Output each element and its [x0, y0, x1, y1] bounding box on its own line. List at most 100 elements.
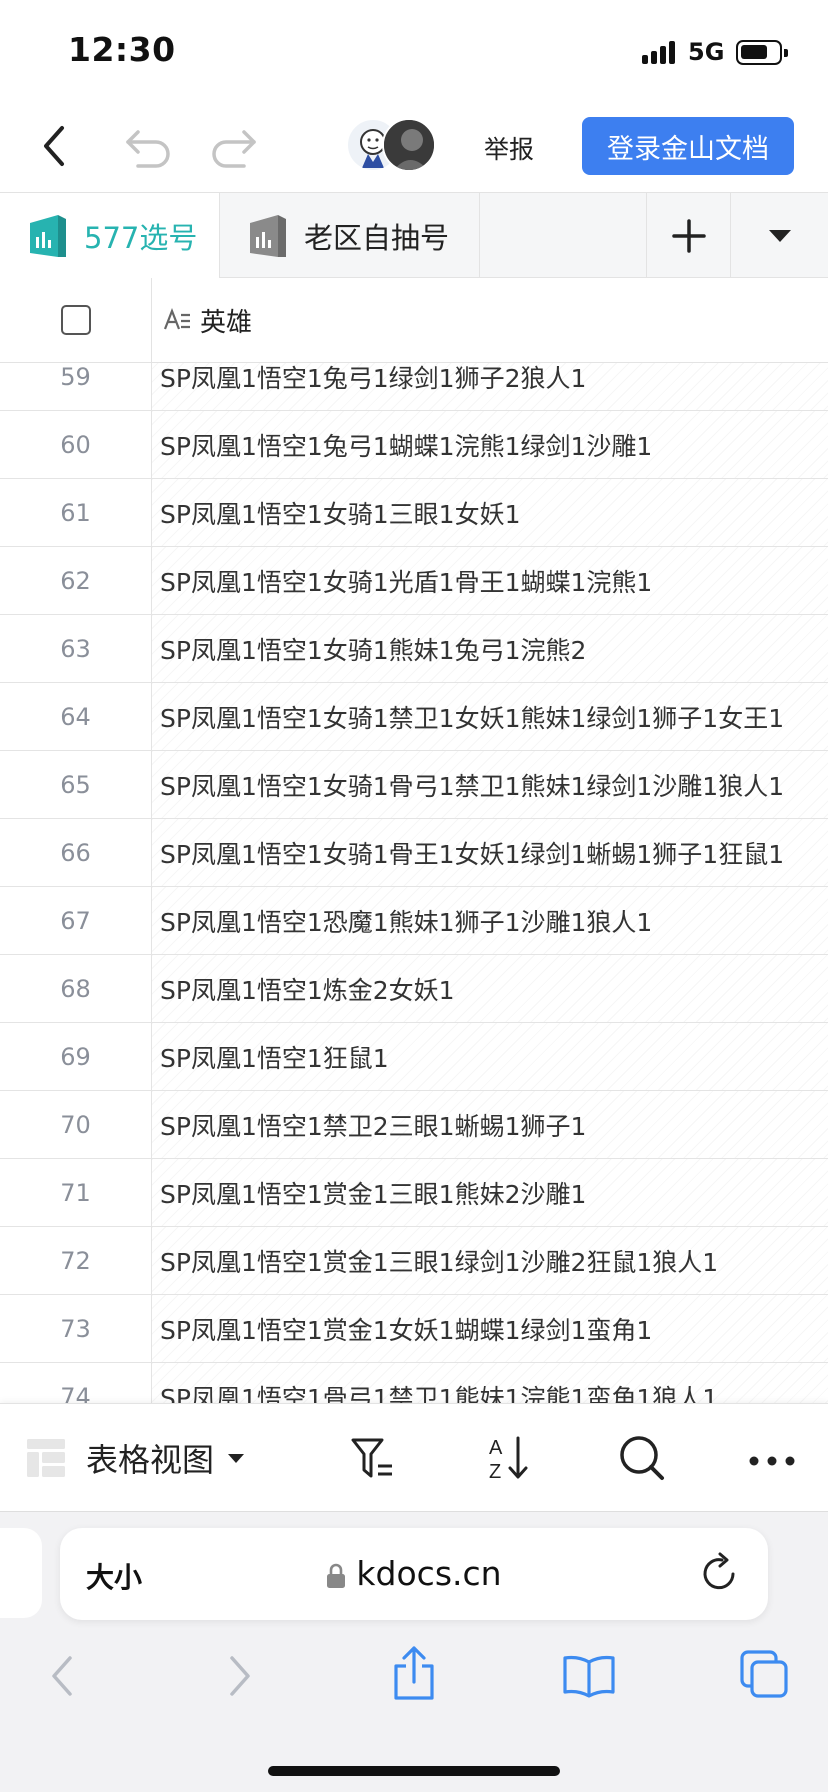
more-icon[interactable]: [748, 1452, 796, 1471]
row-number: 63: [0, 615, 152, 682]
previous-tab-peek[interactable]: [0, 1528, 42, 1618]
row-number: 74: [0, 1363, 152, 1403]
table-row[interactable]: 63 SP凤凰1悟空1女骑1熊妹1兔弓1浣熊2: [0, 615, 828, 683]
hero-cell[interactable]: SP凤凰1悟空1兔弓1蝴蝶1浣熊1绿剑1沙雕1: [152, 411, 828, 478]
browser-forward-icon[interactable]: [224, 1652, 256, 1704]
status-bar: 12:30 5G: [0, 0, 828, 100]
back-icon[interactable]: [36, 122, 72, 174]
hero-cell[interactable]: SP凤凰1悟空1赏金1女妖1蝴蝶1绿剑1蛮角1: [152, 1295, 828, 1362]
url-field[interactable]: kdocs.cn: [60, 1554, 768, 1593]
search-icon[interactable]: [618, 1434, 666, 1486]
grid-rows: 59 SP凤凰1悟空1兔弓1绿剑1狮子2狼人1 60 SP凤凰1悟空1兔弓1蝴蝶1浣…: [0, 363, 828, 1403]
row-number: 69: [0, 1023, 152, 1090]
table-row[interactable]: 73 SP凤凰1悟空1赏金1女妖1蝴蝶1绿剑1蛮角1: [0, 1295, 828, 1363]
table-row[interactable]: 68 SP凤凰1悟空1炼金2女妖1: [0, 955, 828, 1023]
sheet-icon: [250, 214, 286, 257]
table-row[interactable]: 66 SP凤凰1悟空1女骑1骨王1女妖1绿剑1蜥蜴1狮子1狂鼠1: [0, 819, 828, 887]
chevron-down-icon: [228, 1454, 245, 1463]
row-number: 59: [0, 363, 152, 410]
sheet-icon: [30, 214, 66, 257]
hero-cell[interactable]: SP凤凰1悟空1赏金1三眼1绿剑1沙雕2狂鼠1狼人1: [152, 1227, 828, 1294]
hero-cell[interactable]: SP凤凰1悟空1女骑1骨王1女妖1绿剑1蜥蜴1狮子1狂鼠1: [152, 819, 828, 886]
row-number: 61: [0, 479, 152, 546]
login-button[interactable]: 登录金山文档: [582, 117, 794, 175]
table-row[interactable]: 61 SP凤凰1悟空1女骑1三眼1女妖1: [0, 479, 828, 547]
hero-cell[interactable]: SP凤凰1悟空1女骑1三眼1女妖1: [152, 479, 828, 546]
table-row[interactable]: 62 SP凤凰1悟空1女骑1光盾1骨王1蝴蝶1浣熊1: [0, 547, 828, 615]
hero-cell[interactable]: SP凤凰1悟空1赏金1三眼1熊妹2沙雕1: [152, 1159, 828, 1226]
hero-cell[interactable]: SP凤凰1悟空1骨弓1禁卫1熊妹1浣熊1蛮角1狼人1: [152, 1363, 828, 1403]
browser-chrome: 大小 kdocs.cn: [0, 1511, 828, 1792]
select-all-cell: [0, 278, 152, 363]
avatar: [382, 118, 436, 172]
add-sheet-button[interactable]: [646, 193, 730, 278]
table-row[interactable]: 69 SP凤凰1悟空1狂鼠1: [0, 1023, 828, 1091]
svg-text:Z: Z: [489, 1461, 501, 1482]
table-row[interactable]: 60 SP凤凰1悟空1兔弓1蝴蝶1浣熊1绿剑1沙雕1: [0, 411, 828, 479]
grid-header-row: 英雄: [0, 278, 828, 363]
view-switcher[interactable]: 表格视图: [26, 1432, 246, 1484]
hero-cell[interactable]: SP凤凰1悟空1兔弓1绿剑1狮子2狼人1: [152, 363, 828, 410]
home-indicator: [268, 1766, 560, 1776]
hero-cell[interactable]: SP凤凰1悟空1女骑1禁卫1女妖1熊妹1绿剑1狮子1女王1: [152, 683, 828, 750]
browser-nav-bar: [0, 1642, 828, 1732]
table-row[interactable]: 71 SP凤凰1悟空1赏金1三眼1熊妹2沙雕1: [0, 1159, 828, 1227]
network-label: 5G: [688, 38, 725, 66]
report-button[interactable]: 举报: [484, 130, 534, 166]
tab-577-select[interactable]: 577选号: [0, 193, 220, 278]
sheet-list-dropdown[interactable]: [730, 193, 828, 278]
table-row[interactable]: 67 SP凤凰1悟空1恐魔1熊妹1狮子1沙雕1狼人1: [0, 887, 828, 955]
share-icon[interactable]: [390, 1646, 438, 1706]
status-time: 12:30: [68, 30, 176, 69]
row-number: 70: [0, 1091, 152, 1158]
table-row[interactable]: 72 SP凤凰1悟空1赏金1三眼1绿剑1沙雕2狂鼠1狼人1: [0, 1227, 828, 1295]
row-number: 72: [0, 1227, 152, 1294]
tabs-icon[interactable]: [740, 1650, 790, 1704]
tab-old-server[interactable]: 老区自抽号: [220, 193, 480, 278]
select-all-checkbox[interactable]: [61, 305, 91, 335]
row-number: 66: [0, 819, 152, 886]
sheet-tabs-bar: 577选号 老区自抽号: [0, 192, 828, 278]
url-text: kdocs.cn: [356, 1554, 502, 1593]
row-number: 67: [0, 887, 152, 954]
column-header-hero[interactable]: 英雄: [152, 278, 828, 363]
reload-icon[interactable]: [700, 1552, 740, 1598]
table-row[interactable]: 74 SP凤凰1悟空1骨弓1禁卫1熊妹1浣熊1蛮角1狼人1: [0, 1363, 828, 1403]
table-row[interactable]: 64 SP凤凰1悟空1女骑1禁卫1女妖1熊妹1绿剑1狮子1女王1: [0, 683, 828, 751]
dropdown-icon: [768, 229, 791, 242]
hero-cell[interactable]: SP凤凰1悟空1恐魔1熊妹1狮子1沙雕1狼人1: [152, 887, 828, 954]
hero-cell[interactable]: SP凤凰1悟空1女骑1骨弓1禁卫1熊妹1绿剑1沙雕1狼人1: [152, 751, 828, 818]
hero-cell[interactable]: SP凤凰1悟空1女骑1光盾1骨王1蝴蝶1浣熊1: [152, 547, 828, 614]
bookmarks-icon[interactable]: [562, 1654, 616, 1702]
hero-cell[interactable]: SP凤凰1悟空1女骑1熊妹1兔弓1浣熊2: [152, 615, 828, 682]
hero-cell[interactable]: SP凤凰1悟空1禁卫2三眼1蜥蜴1狮子1: [152, 1091, 828, 1158]
sort-icon[interactable]: AZ: [486, 1434, 530, 1486]
hero-cell[interactable]: SP凤凰1悟空1炼金2女妖1: [152, 955, 828, 1022]
browser-back-icon[interactable]: [46, 1652, 78, 1704]
undo-icon[interactable]: [124, 124, 174, 172]
row-number: 60: [0, 411, 152, 478]
doc-toolbar: 举报 登录金山文档: [0, 100, 828, 192]
row-number: 68: [0, 955, 152, 1022]
battery-icon: [736, 40, 788, 65]
view-label: 表格视图: [86, 1441, 215, 1479]
table-row[interactable]: 59 SP凤凰1悟空1兔弓1绿剑1狮子2狼人1: [0, 363, 828, 411]
lock-icon: [327, 1563, 346, 1588]
collaborator-avatars[interactable]: [346, 118, 436, 174]
tab-label: 老区自抽号: [304, 220, 450, 255]
redo-icon[interactable]: [208, 124, 258, 172]
svg-text:A: A: [489, 1437, 503, 1459]
column-header-label: 英雄: [200, 308, 253, 338]
filter-icon[interactable]: [350, 1436, 396, 1486]
table-row[interactable]: 70 SP凤凰1悟空1禁卫2三眼1蜥蜴1狮子1: [0, 1091, 828, 1159]
table-row[interactable]: 65 SP凤凰1悟空1女骑1骨弓1禁卫1熊妹1绿剑1沙雕1狼人1: [0, 751, 828, 819]
address-bar[interactable]: 大小 kdocs.cn: [60, 1528, 768, 1620]
text-field-icon: [163, 307, 190, 329]
view-toolbar: 表格视图 AZ: [0, 1403, 828, 1511]
tab-label: 577选号: [84, 220, 198, 255]
row-number: 64: [0, 683, 152, 750]
hero-cell[interactable]: SP凤凰1悟空1狂鼠1: [152, 1023, 828, 1090]
add-icon: [671, 218, 706, 253]
row-number: 65: [0, 751, 152, 818]
grid-view-icon: [27, 1439, 65, 1477]
